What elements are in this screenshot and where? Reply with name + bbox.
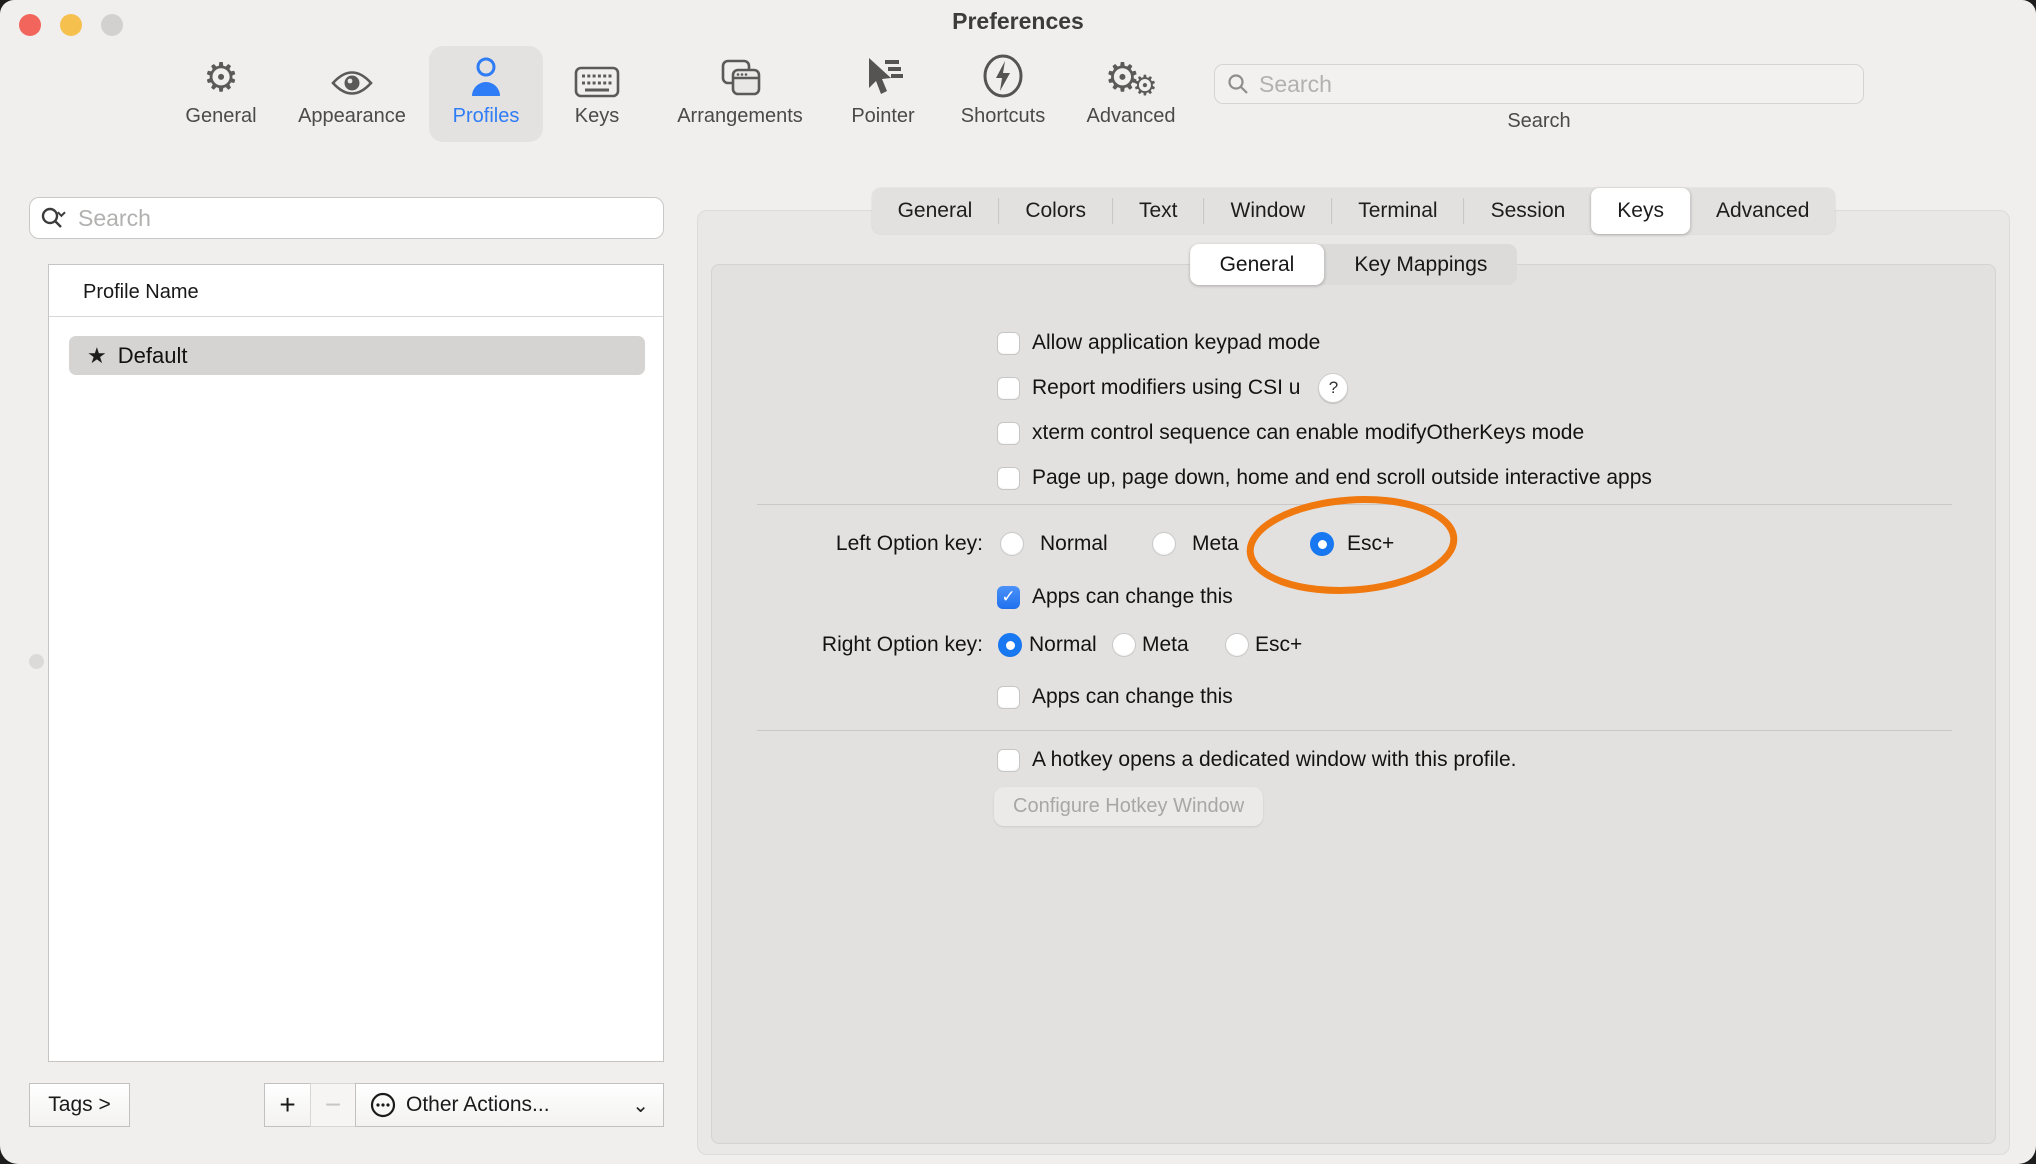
- toolbar-search-label: Search: [1439, 110, 1639, 133]
- divider: [757, 730, 1952, 731]
- profile-list-column-header[interactable]: Profile Name: [83, 281, 199, 304]
- profile-search-field[interactable]: Search: [29, 197, 664, 239]
- subtab-key-mappings[interactable]: Key Mappings: [1324, 244, 1517, 285]
- checkbox-modify-other-keys[interactable]: [997, 422, 1020, 445]
- keyboard-icon: [517, 52, 677, 98]
- radio-label[interactable]: Esc+: [1255, 631, 1302, 659]
- left-option-key-label: Left Option key:: [836, 530, 983, 558]
- checkbox-hotkey-window[interactable]: [997, 749, 1020, 772]
- radio-label[interactable]: Normal: [1040, 530, 1108, 558]
- search-placeholder: Search: [1259, 71, 1332, 98]
- profile-list: Profile Name ★ Default: [48, 264, 664, 1062]
- checkbox-row[interactable]: Page up, page down, home and end scroll …: [997, 464, 1652, 492]
- radio-left-option-meta[interactable]: [1152, 532, 1176, 556]
- checkbox-csi-u[interactable]: [997, 377, 1020, 400]
- ellipsis-circle-icon: [370, 1092, 396, 1118]
- add-profile-button[interactable]: +: [264, 1083, 311, 1127]
- radio-right-option-esc[interactable]: [1225, 633, 1249, 657]
- checkbox-row[interactable]: A hotkey opens a dedicated window with t…: [997, 746, 1516, 774]
- search-icon: [1227, 73, 1249, 95]
- configure-hotkey-window-button[interactable]: Configure Hotkey Window: [994, 787, 1263, 826]
- subtab-general[interactable]: General: [1190, 244, 1325, 285]
- tab-advanced[interactable]: Advanced: [1690, 188, 1835, 234]
- checkbox-scroll-outside-apps[interactable]: [997, 467, 1020, 490]
- other-actions-dropdown[interactable]: Other Actions... ⌄: [355, 1083, 664, 1127]
- tab-colors[interactable]: Colors: [999, 188, 1112, 234]
- checkbox-row[interactable]: xterm control sequence can enable modify…: [997, 419, 1584, 447]
- radio-label[interactable]: Meta: [1142, 631, 1189, 659]
- toolbar-item-advanced[interactable]: ⚙⚙ Advanced: [1051, 52, 1211, 144]
- keys-tab-content: General Key Mappings Allow application k…: [711, 264, 1996, 1144]
- tab-general[interactable]: General: [872, 188, 999, 234]
- profile-row-default[interactable]: ★ Default: [69, 336, 645, 375]
- tab-keys[interactable]: Keys: [1591, 188, 1690, 234]
- tab-terminal[interactable]: Terminal: [1332, 188, 1463, 234]
- radio-label[interactable]: Normal: [1029, 631, 1097, 659]
- star-icon: ★: [87, 343, 107, 369]
- profile-tabs: General Colors Text Window Terminal Sess…: [872, 188, 1836, 234]
- toolbar-item-keys[interactable]: Keys: [517, 52, 677, 144]
- checkbox-row[interactable]: Apps can change this: [997, 683, 1233, 711]
- checkbox-row[interactable]: Report modifiers using CSI u ?: [997, 374, 1348, 402]
- other-actions-label: Other Actions...: [406, 1093, 550, 1117]
- radio-right-option-normal[interactable]: [998, 633, 1022, 657]
- checkbox-row[interactable]: Allow application keypad mode: [997, 329, 1320, 357]
- radio-right-option-meta[interactable]: [1112, 633, 1136, 657]
- help-button[interactable]: ?: [1318, 373, 1348, 403]
- chevron-down-icon: ⌄: [632, 1093, 649, 1118]
- checkbox-row[interactable]: ✓ Apps can change this: [997, 583, 1233, 611]
- profile-name: Default: [118, 343, 188, 369]
- radio-label[interactable]: Meta: [1192, 530, 1239, 558]
- search-placeholder: Search: [78, 205, 151, 232]
- window-title: Preferences: [0, 8, 2036, 35]
- screenshot: Preferences ⚙ General Appearance Profile…: [0, 0, 2036, 1164]
- divider: [49, 316, 663, 317]
- toolbar-item-arrangements[interactable]: Arrangements: [660, 52, 820, 144]
- tags-button[interactable]: Tags >: [29, 1083, 130, 1127]
- splitter-handle-dot[interactable]: [29, 654, 44, 669]
- gears-icon: ⚙⚙: [1051, 52, 1211, 98]
- annotation-ellipse: [1240, 491, 1464, 599]
- tab-session[interactable]: Session: [1465, 188, 1592, 234]
- remove-profile-button[interactable]: −: [310, 1083, 356, 1127]
- search-menu-icon: [40, 206, 70, 230]
- tab-window[interactable]: Window: [1205, 188, 1332, 234]
- tab-text[interactable]: Text: [1113, 188, 1204, 234]
- right-option-key-label: Right Option key:: [822, 631, 983, 659]
- preferences-window: Preferences ⚙ General Appearance Profile…: [0, 0, 2036, 1164]
- windows-icon: [660, 52, 820, 98]
- keys-subtabs: General Key Mappings: [1190, 244, 1518, 285]
- checkbox-keypad-mode[interactable]: [997, 332, 1020, 355]
- toolbar-search-field[interactable]: Search: [1214, 64, 1864, 104]
- profile-settings-panel: General Colors Text Window Terminal Sess…: [697, 210, 2010, 1155]
- checkbox-right-apps-can-change[interactable]: [997, 686, 1020, 709]
- checkbox-left-apps-can-change[interactable]: ✓: [997, 586, 1020, 609]
- radio-left-option-normal[interactable]: [1000, 532, 1024, 556]
